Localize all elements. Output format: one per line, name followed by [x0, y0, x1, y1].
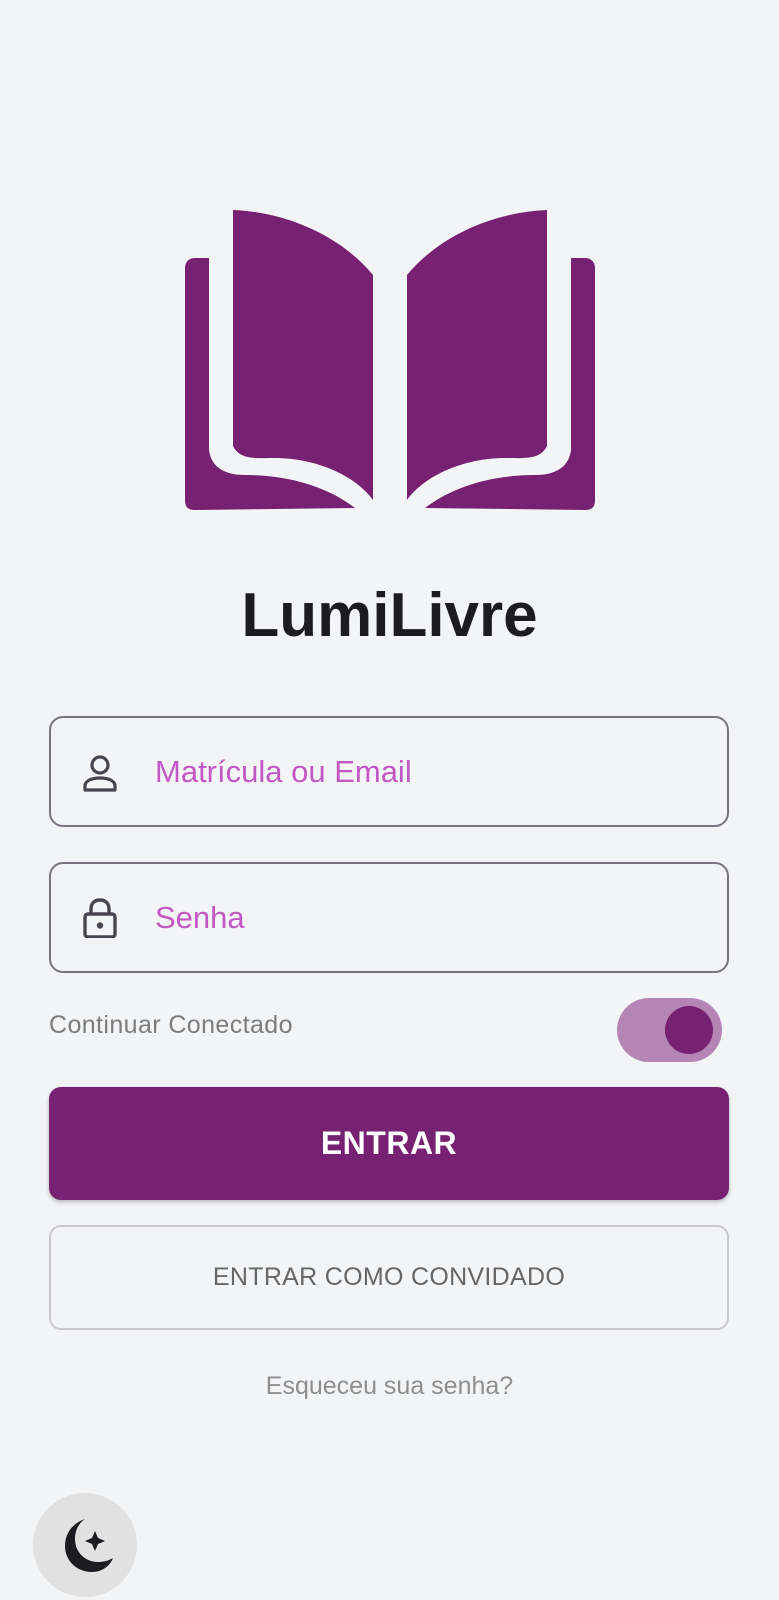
- username-field[interactable]: [49, 716, 729, 827]
- guest-login-button[interactable]: ENTRAR COMO CONVIDADO: [49, 1225, 729, 1330]
- app-title: LumiLivre: [241, 581, 538, 650]
- open-book-icon: [185, 210, 595, 510]
- login-button[interactable]: ENTRAR: [49, 1087, 729, 1200]
- password-field[interactable]: [49, 862, 729, 973]
- user-icon: [83, 755, 117, 792]
- password-input[interactable]: [155, 864, 715, 971]
- toggle-thumb: [665, 1006, 713, 1054]
- remember-label: Continuar Conectado: [49, 1011, 293, 1039]
- moon-icon: [65, 1519, 113, 1572]
- forgot-password-link[interactable]: Esqueceu sua senha?: [0, 1372, 779, 1401]
- theme-toggle-button[interactable]: [33, 1493, 137, 1597]
- username-input[interactable]: [155, 718, 715, 825]
- lock-icon: [83, 898, 117, 938]
- remember-toggle[interactable]: [617, 998, 722, 1062]
